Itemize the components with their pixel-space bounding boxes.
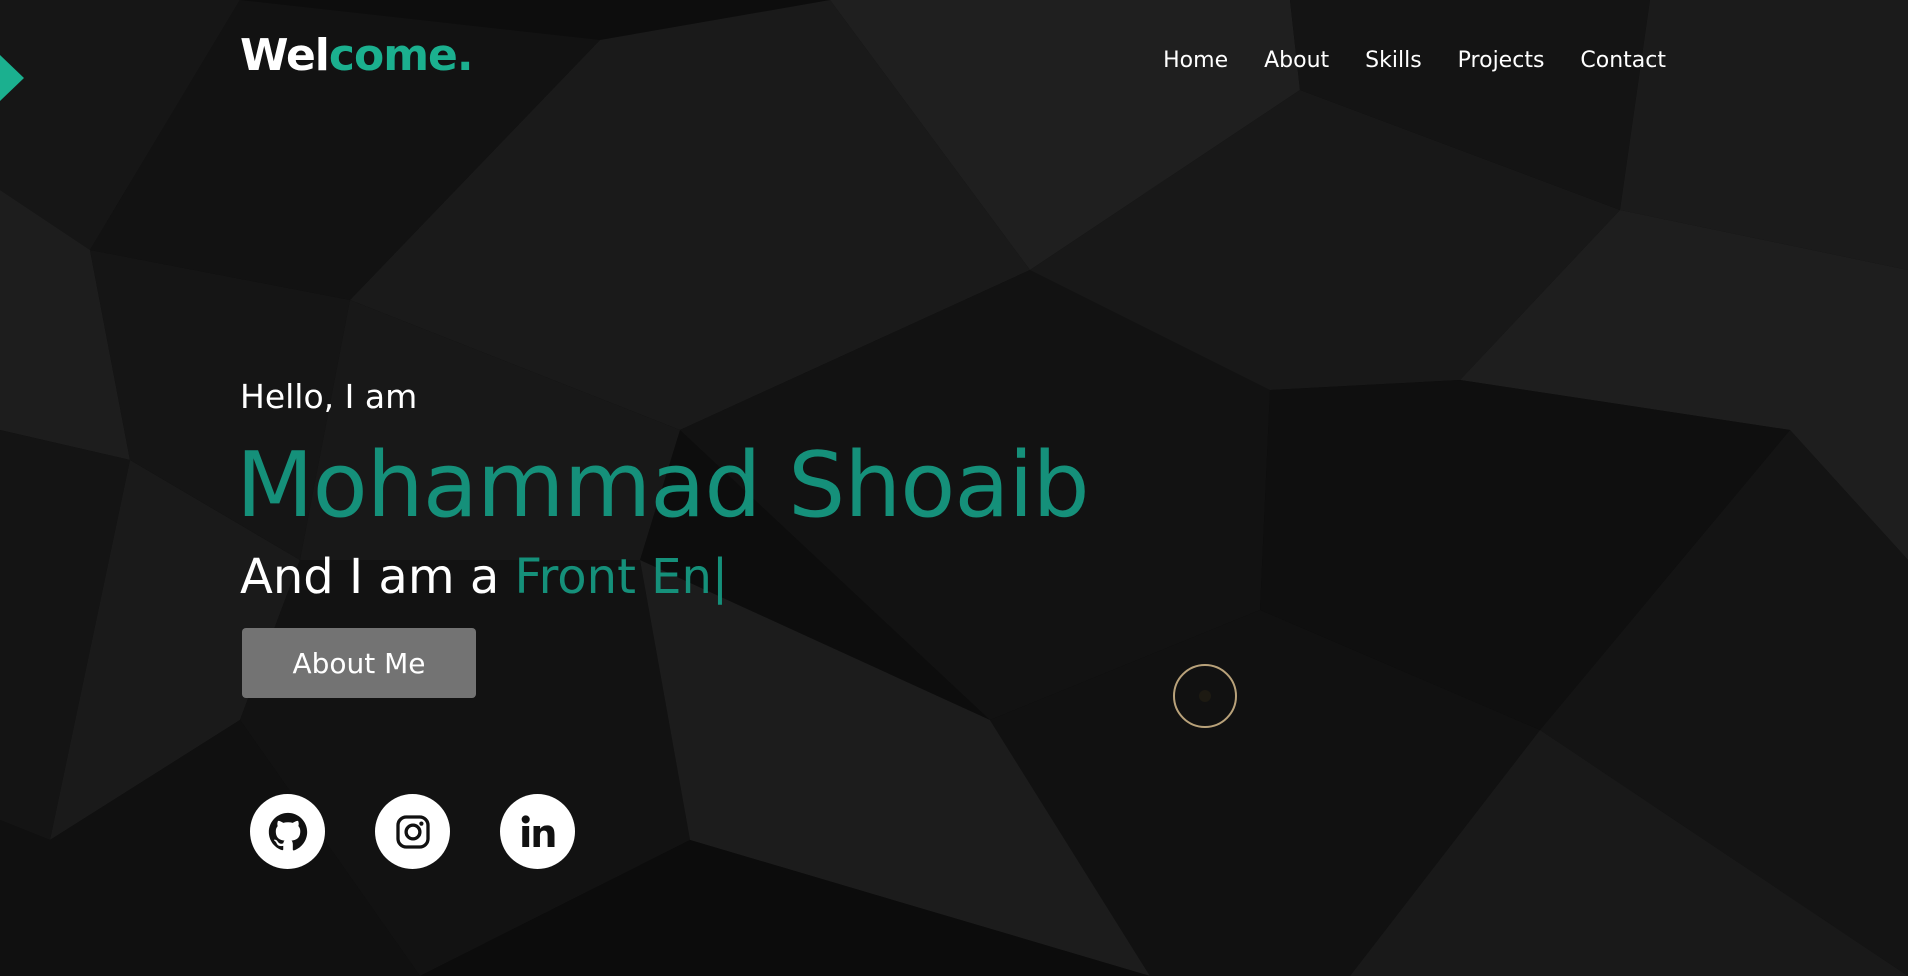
main-nav: Home About Skills Projects Contact xyxy=(1163,48,1666,74)
corner-arrow-icon xyxy=(0,55,24,101)
role-prefix: And I am a xyxy=(240,549,515,605)
hero-section: Hello, I am Mohammad Shoaib And I am a F… xyxy=(236,377,1090,601)
site-logo[interactable]: Welcome. xyxy=(240,34,474,78)
nav-link-projects[interactable]: Projects xyxy=(1458,48,1545,74)
hero-name: Mohammad Shoaib xyxy=(236,433,1090,538)
cursor-dot xyxy=(1199,690,1211,702)
nav-link-skills[interactable]: Skills xyxy=(1365,48,1422,74)
linkedin-link[interactable] xyxy=(500,794,575,869)
github-icon xyxy=(268,812,307,850)
hero-greeting: Hello, I am xyxy=(240,377,418,416)
role-typed-text: Front En xyxy=(514,549,712,605)
typing-cursor: | xyxy=(711,549,729,605)
social-links xyxy=(250,794,575,869)
github-link[interactable] xyxy=(250,794,325,869)
nav-link-about[interactable]: About xyxy=(1264,48,1329,74)
page: Welcome. Home About Skills Projects Cont… xyxy=(0,0,1908,976)
linkedin-icon xyxy=(521,814,554,847)
hero-role: And I am a Front En| xyxy=(240,553,1089,601)
logo-accent-text: come. xyxy=(328,30,474,81)
instagram-icon xyxy=(395,814,430,849)
nav-link-contact[interactable]: Contact xyxy=(1580,48,1666,74)
about-me-button[interactable]: About Me xyxy=(242,628,476,698)
logo-main-text: Wel xyxy=(240,30,330,81)
instagram-link[interactable] xyxy=(375,794,450,869)
nav-link-home[interactable]: Home xyxy=(1163,48,1228,74)
